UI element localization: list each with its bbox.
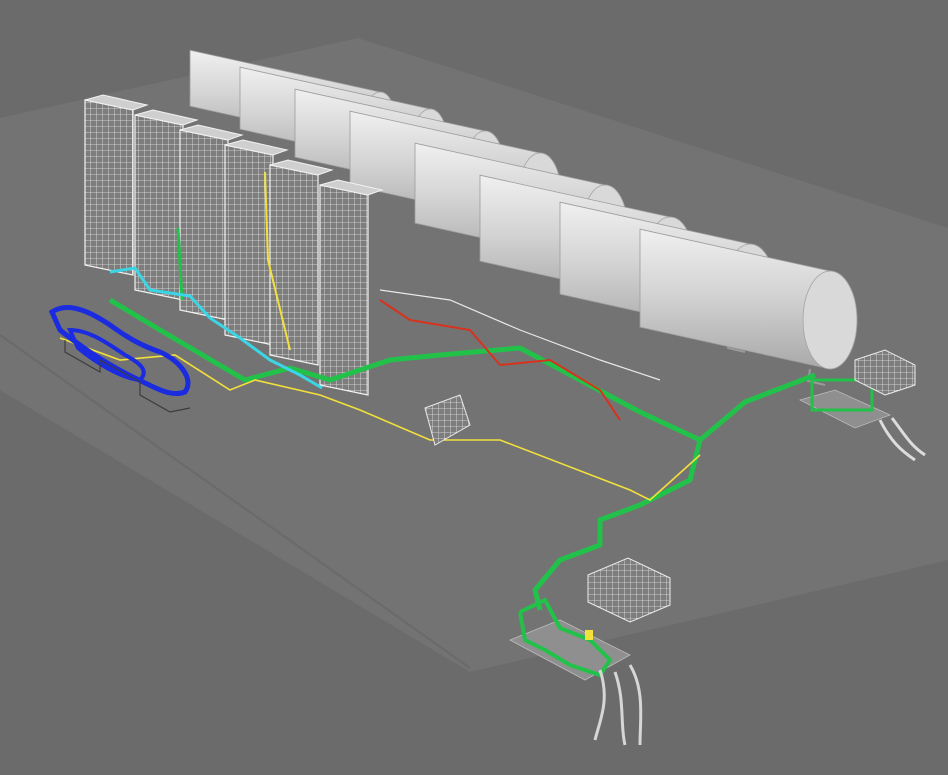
vaporizer-tower-body [179, 129, 229, 321]
scene-canvas[interactable] [0, 0, 948, 775]
vaporizer-tower-body [134, 114, 184, 301]
storage-tank-end-cap [802, 270, 858, 370]
skid-bottom-hoses [593, 664, 643, 746]
plant-3d-viewport[interactable] [0, 0, 948, 775]
vaporizer-tower-body [319, 184, 369, 396]
vaporizer-tower-body [84, 99, 134, 276]
skid-bottom-yellow-valve [585, 630, 593, 640]
vaporizer-tower-body [269, 164, 319, 366]
